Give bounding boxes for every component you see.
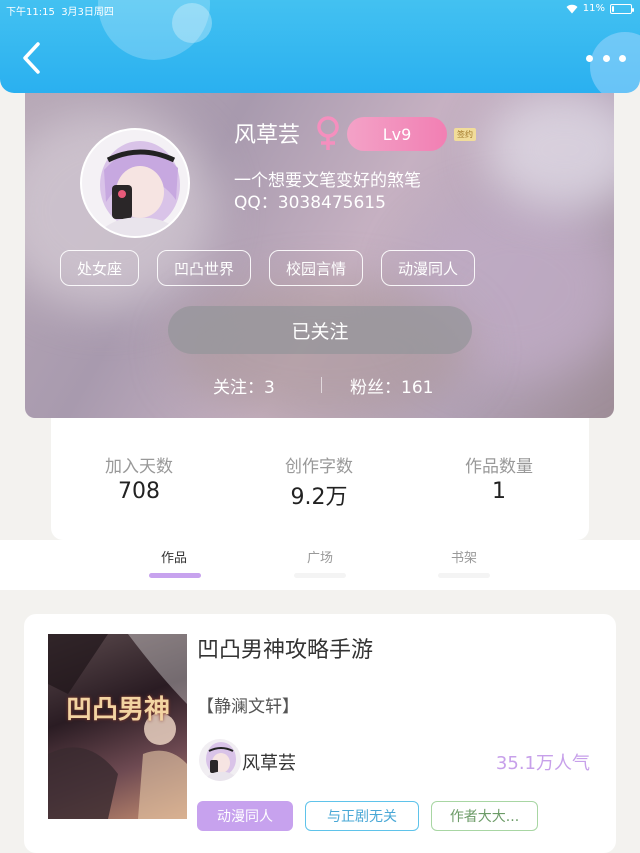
back-button[interactable] [18,40,50,76]
battery-percent: 11% [582,3,605,14]
user-qq: QQ：3038475615 [234,193,386,213]
signed-badge: 签约 [454,128,476,141]
tab-bookshelf[interactable]: 书架 [451,547,477,566]
stat-label: 创作字数 [285,457,353,477]
background-blur [485,90,614,210]
avatar-illustration [95,141,183,236]
user-name: 风草芸 [234,123,301,148]
work-tag[interactable]: 动漫同人 [197,801,293,831]
work-card[interactable]: 凹凸男神 凹凸男神攻略手游 【静澜文轩】 风草芸 35.1万人气 动漫同人 与正… [24,614,616,853]
following-count[interactable]: 关注：3 [213,373,275,398]
more-dot [619,54,626,62]
work-tag[interactable]: 作者大大... [431,801,538,831]
level-badge: Lv9 [347,117,447,151]
book-cover-title: 凹凸男神 [65,695,170,725]
fans-count[interactable]: 粉丝：161 [350,373,433,398]
author-name[interactable]: 风草芸 [242,749,296,775]
profile-tag[interactable]: 校园言情 [269,250,364,286]
stats-card: 加入天数 708 创作字数 9.2万 作品数量 1 [51,418,589,540]
book-cover-art [48,634,187,819]
profile-tag[interactable]: 凹凸世界 [157,250,252,286]
stat-label: 作品数量 [465,457,533,477]
popularity-count: 35.1万人气 [495,753,590,774]
status-bar: 下午11:15 3月3日周四 11% [0,0,640,18]
tab-square[interactable]: 广场 [307,547,333,566]
top-header: 下午11:15 3月3日周四 11% [0,0,640,93]
status-indicators: 11% [566,3,634,14]
more-dot [586,54,593,62]
follow-button[interactable]: 已关注 [168,306,472,354]
battery-level [612,5,614,12]
wifi-icon [566,4,578,14]
stat-label: 加入天数 [105,457,173,477]
avatar[interactable] [80,128,190,238]
author-avatar-illustration [203,742,239,781]
work-author-tag: 【静澜文轩】 [197,697,299,717]
tab-bar: 作品 广场 书架 [0,540,640,590]
status-time: 下午11:15 3月3日周四 [6,7,114,18]
battery-icon [610,3,634,14]
profile-tag[interactable]: 动漫同人 [381,250,476,286]
profile-card: 风草芸 Lv9 签约 一个想要文笔变好的煞笔 QQ：3038475615 处女座… [25,80,614,418]
stat-value: 1 [492,479,506,504]
tab-indicator [438,573,490,578]
tab-indicator [294,573,346,578]
divider [321,377,322,393]
stat-works-count: 作品数量 1 [419,452,579,504]
more-options-button[interactable] [586,46,626,70]
stat-value: 708 [118,479,160,504]
author-avatar[interactable] [199,739,241,781]
chevron-left-icon [23,42,40,74]
stat-join-days: 加入天数 708 [59,452,219,504]
work-title[interactable]: 凹凸男神攻略手游 [197,632,373,664]
stat-value: 9.2万 [290,485,348,510]
female-icon [315,116,341,152]
work-tags: 动漫同人 与正剧无关 作者大大... [197,801,538,831]
profile-tags: 处女座 凹凸世界 校园言情 动漫同人 [60,250,476,286]
more-dot [602,54,610,62]
tab-active-indicator [149,573,201,578]
tab-works[interactable]: 作品 [161,547,187,566]
stat-word-count: 创作字数 9.2万 [239,452,399,511]
work-tag[interactable]: 与正剧无关 [305,801,419,831]
profile-tag[interactable]: 处女座 [60,250,140,286]
book-cover[interactable]: 凹凸男神 [48,634,187,819]
follow-stats: 关注：3 粉丝：161 [25,373,614,398]
